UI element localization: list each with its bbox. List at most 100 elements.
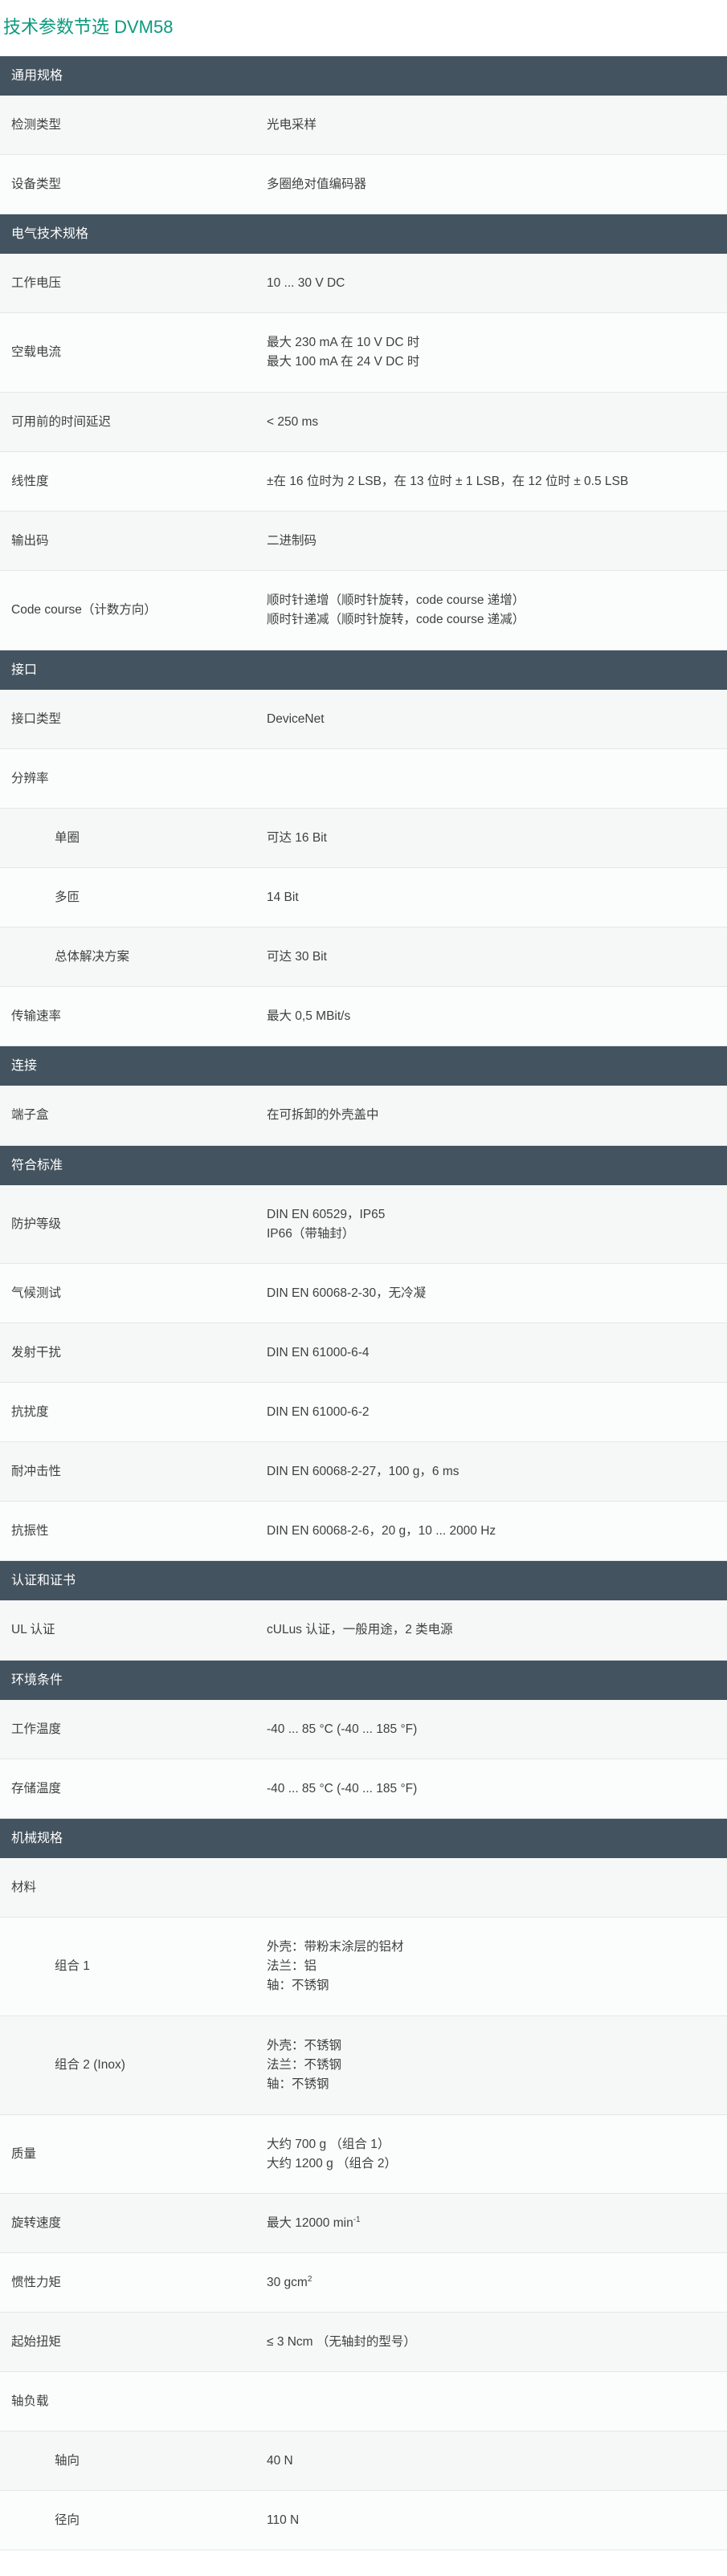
spec-label: 接口类型: [11, 711, 62, 726]
spec-row: 多匝 14 Bit: [0, 868, 727, 927]
spec-page: 技术参数节选 DVM58 通用规格检测类型 光电采样设备类型 多圈绝对值编码器 电气技…: [0, 0, 727, 2550]
spec-row: 传输速率 最大 0,5 MBit/s: [0, 987, 727, 1046]
spec-row: 起始扭矩 ≤ 3 Ncm （无轴封的型号）: [0, 2313, 727, 2372]
spec-label: 输出码: [11, 533, 49, 548]
spec-label: 抗扰度: [11, 1404, 49, 1419]
spec-row: 耐冲击性 DIN EN 60068-2-27，100 g，6 ms: [0, 1442, 727, 1502]
section-header: 接口: [0, 650, 727, 690]
spec-row: 发射干扰 DIN EN 61000-6-4: [0, 1323, 727, 1383]
spec-value: DIN EN 60068-2-30，无冷凝: [267, 1286, 427, 1300]
spec-label: 轴负载: [11, 2394, 49, 2408]
spec-row: UL 认证 cULus 认证，一般用途，2 类电源: [0, 1600, 727, 1661]
spec-row: 可用前的时间延迟 < 250 ms: [0, 393, 727, 452]
spec-row: 组合 1 外壳：带粉末涂层的铝材 法兰：铝 轴：不锈钢: [0, 1918, 727, 2016]
spec-row: 抗振性 DIN EN 60068-2-6，20 g，10 ... 2000 Hz: [0, 1502, 727, 1561]
spec-value: ≤ 3 Ncm （无轴封的型号）: [267, 2334, 416, 2349]
section-header: 机械规格: [0, 1819, 727, 1858]
spec-value: 外壳：带粉末涂层的铝材 法兰：铝 轴：不锈钢: [267, 1940, 404, 1992]
spec-row: 工作温度 -40 ... 85 °C (-40 ... 185 °F): [0, 1700, 727, 1759]
spec-row: Code course（计数方向） 顺时针递增（顺时针旋转，code course…: [0, 571, 727, 650]
spec-value: -40 ... 85 °C (-40 ... 185 °F): [267, 1781, 418, 1795]
section-header: 环境条件: [0, 1661, 727, 1700]
spec-value: DIN EN 60529，IP65 IP66（带轴封）: [267, 1207, 386, 1241]
spec-value: 可达 16 Bit: [267, 830, 327, 845]
page-title: 技术参数节选 DVM58: [3, 17, 174, 37]
spec-label: Code course（计数方向）: [11, 603, 157, 617]
spec-value: 顺时针递增（顺时针旋转，code course 递增） 顺时针递减（顺时针旋转，c…: [267, 593, 525, 626]
spec-row: 径向 110 N: [0, 2491, 727, 2550]
spec-value: DIN EN 61000-6-2: [267, 1404, 370, 1419]
spec-table: 通用规格检测类型 光电采样设备类型 多圈绝对值编码器 电气技术规格工作电压 10 ...…: [0, 56, 727, 2550]
spec-row: 惯性力矩 30 gcm2: [0, 2253, 727, 2313]
spec-value: -40 ... 85 °C (-40 ... 185 °F): [267, 1722, 418, 1736]
spec-value: cULus 认证，一般用途，2 类电源: [267, 1623, 453, 1636]
spec-value: DeviceNet: [267, 711, 325, 726]
spec-label: 轴向: [55, 2453, 80, 2468]
section-header: 连接: [0, 1046, 727, 1086]
spec-row: 抗扰度 DIN EN 61000-6-2: [0, 1383, 727, 1442]
section-header: 符合标准: [0, 1146, 727, 1185]
spec-value: 最大 0,5 MBit/s: [267, 1009, 351, 1023]
spec-value: 14 Bit: [267, 890, 299, 904]
spec-value: 多圈绝对值编码器: [267, 177, 367, 191]
spec-label: 材料: [11, 1880, 37, 1894]
spec-label: 空载电流: [11, 345, 62, 359]
spec-label: 组合 2 (Inox): [55, 2058, 125, 2072]
spec-label: 端子盒: [11, 1108, 49, 1122]
spec-row: 气候测试 DIN EN 60068-2-30，无冷凝: [0, 1264, 727, 1323]
spec-label: 多匝: [55, 890, 80, 904]
spec-row: 轴向 40 N: [0, 2431, 727, 2491]
spec-row: 存储温度 -40 ... 85 °C (-40 ... 185 °F): [0, 1759, 727, 1819]
spec-value: DIN EN 60068-2-6，20 g，10 ... 2000 Hz: [267, 1523, 496, 1538]
section-header: 认证和证书: [0, 1561, 727, 1600]
spec-value: 30 gcm2: [267, 2274, 312, 2289]
spec-label: 检测类型: [11, 117, 62, 132]
spec-row: 材料: [0, 1858, 727, 1918]
spec-row: 总体解决方案 可达 30 Bit: [0, 927, 727, 987]
spec-label: UL 认证: [11, 1623, 55, 1636]
spec-row: 空载电流 最大 230 mA 在 10 V DC 时最大 100 mA 在 24 …: [0, 313, 727, 393]
spec-row: 质量 大约 700 g （组合 1） 大约 1200 g （组合 2）: [0, 2115, 727, 2194]
section-header: 电气技术规格: [0, 214, 727, 254]
spec-row: 工作电压 10 ... 30 V DC: [0, 254, 727, 313]
spec-row: 分辨率: [0, 749, 727, 809]
spec-label: 传输速率: [11, 1009, 62, 1023]
section-header: 通用规格: [0, 56, 727, 96]
spec-row: 线性度 ±在 16 位时为 2 LSB，在 13 位时 ± 1 LSB，在 12 …: [0, 452, 727, 512]
spec-value: 可达 30 Bit: [267, 949, 327, 964]
spec-label: 工作温度: [11, 1722, 62, 1736]
spec-label: 工作电压: [11, 275, 62, 290]
spec-label: 旋转速度: [11, 2215, 62, 2230]
spec-value: 最大 230 mA 在 10 V DC 时最大 100 mA 在 24 V DC…: [267, 336, 420, 369]
spec-label: 单圈: [55, 830, 80, 845]
spec-value: 大约 700 g （组合 1） 大约 1200 g （组合 2）: [267, 2137, 397, 2170]
spec-label: 分辨率: [11, 771, 49, 785]
spec-value: 10 ... 30 V DC: [267, 275, 345, 290]
spec-label: 气候测试: [11, 1286, 62, 1300]
spec-row: 轴负载: [0, 2372, 727, 2431]
spec-label: 起始扭矩: [11, 2334, 62, 2349]
spec-label: 可用前的时间延迟: [11, 414, 112, 429]
spec-label: 线性度: [11, 474, 49, 488]
spec-label: 发射干扰: [11, 1345, 62, 1359]
spec-value: 光电采样: [267, 117, 317, 132]
spec-row: 组合 2 (Inox) 外壳：不锈钢 法兰：不锈钢 轴：不锈钢: [0, 2016, 727, 2115]
spec-row: 设备类型 多圈绝对值编码器: [0, 155, 727, 214]
spec-label: 组合 1: [55, 1959, 90, 1973]
spec-label: 存储温度: [11, 1781, 62, 1795]
spec-row: 检测类型 光电采样: [0, 96, 727, 155]
spec-label: 总体解决方案: [55, 949, 130, 964]
spec-value: 40 N: [267, 2453, 293, 2468]
spec-row: 输出码 二进制码: [0, 512, 727, 571]
spec-value: 外壳：不锈钢 法兰：不锈钢 轴：不锈钢: [267, 2039, 342, 2091]
spec-value: DIN EN 61000-6-4: [267, 1345, 370, 1359]
spec-label: 抗振性: [11, 1523, 49, 1538]
spec-value: 110 N: [267, 2513, 300, 2527]
spec-row: 旋转速度 最大 12000 min-1: [0, 2194, 727, 2253]
spec-label: 防护等级: [11, 1217, 62, 1231]
spec-row: 端子盒 在可拆卸的外壳盖中: [0, 1086, 727, 1146]
spec-label: 惯性力矩: [11, 2275, 62, 2289]
spec-value: < 250 ms: [267, 414, 319, 429]
spec-value: 最大 12000 min-1: [267, 2215, 361, 2230]
spec-value: DIN EN 60068-2-27，100 g，6 ms: [267, 1464, 459, 1478]
